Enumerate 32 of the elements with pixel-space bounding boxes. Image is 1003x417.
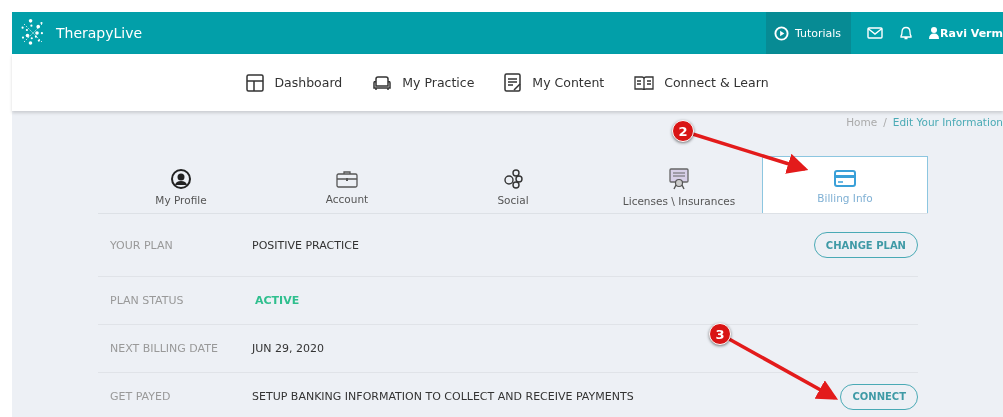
bell-icon[interactable] (899, 25, 914, 41)
breadcrumb-separator: / (883, 116, 887, 130)
dashboard-icon (246, 73, 265, 92)
profile-tab[interactable]: Licenses \ Insurances (596, 156, 762, 213)
profile-icon (171, 168, 191, 189)
user-icon (929, 27, 940, 39)
profile-tab[interactable]: My Profile (98, 156, 264, 213)
play-icon (773, 25, 789, 41)
document-icon (504, 72, 523, 93)
profile-tab[interactable]: Account (264, 156, 430, 213)
circles-icon (502, 168, 524, 189)
nav-link[interactable]: My Practice (372, 74, 475, 91)
mail-icon[interactable] (867, 27, 884, 39)
field-label: GET PAYED (110, 390, 172, 403)
tutorials-link[interactable]: Tutorials (765, 12, 852, 54)
field-label: YOUR PLAN (110, 238, 174, 252)
field-label: NEXT BILLING DATE (110, 342, 219, 355)
book-icon (634, 74, 655, 91)
certificate-icon (669, 167, 689, 190)
field-label: PLAN STATUS (110, 294, 185, 307)
nav-link[interactable]: Connect & Learn (634, 74, 769, 91)
credit-card-icon (834, 170, 856, 187)
nav-link[interactable]: My Content (504, 72, 605, 93)
field-value: ACTIVE (254, 294, 300, 307)
brand-name: TherapyLive (56, 25, 143, 41)
nav-link[interactable]: Dashboard (246, 73, 343, 92)
profile-tab[interactable]: Social (430, 156, 596, 213)
sofa-icon (372, 74, 393, 91)
field-value: POSITIVE PRACTICE (252, 238, 359, 252)
field-value: JUN 29, 2020 (252, 342, 324, 355)
field-value: SETUP BANKING INFORMATION TO COLLECT AND RECEIVE PAYMENTS (252, 390, 634, 403)
briefcase-icon (336, 169, 358, 188)
